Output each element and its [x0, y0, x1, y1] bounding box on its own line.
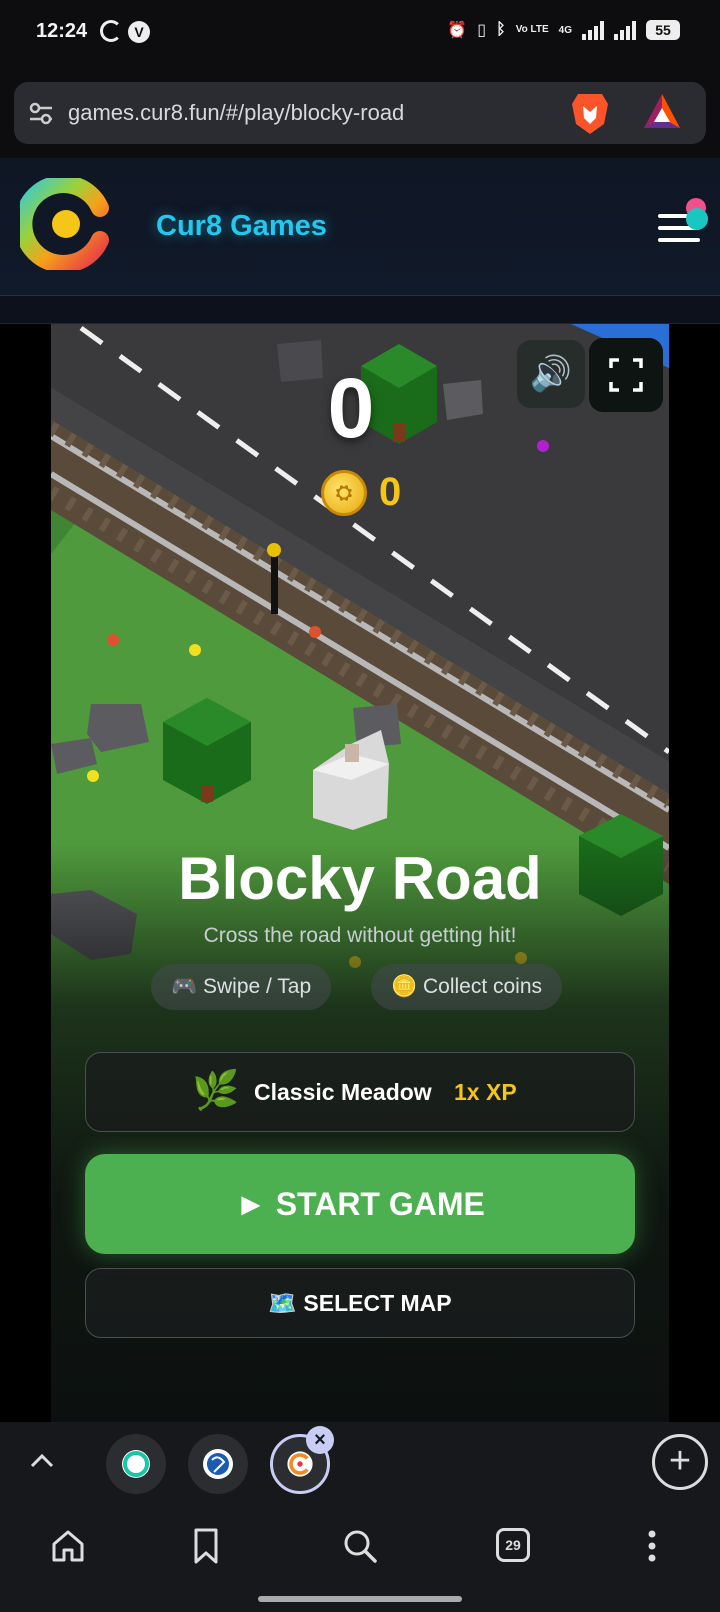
battery-icon: 55	[646, 20, 680, 40]
address-bar[interactable]: games.cur8.fun/#/play/blocky-road	[14, 82, 706, 144]
tabs-count-button[interactable]: 29	[496, 1528, 530, 1562]
status-bar: 12:24 V ⏰ ▯ ᛒ Vo LTE 4G 55	[0, 0, 720, 64]
chevron-up-icon[interactable]	[24, 1442, 60, 1478]
status-time: 12:24	[36, 20, 88, 42]
bat-triangle-icon[interactable]	[642, 92, 682, 132]
browser-toolbar: games.cur8.fun/#/play/blocky-road	[0, 64, 720, 158]
chat-app-icon	[122, 1450, 150, 1478]
xp-multiplier: 1x XP	[454, 1079, 517, 1105]
map-name: Classic Meadow	[254, 1079, 432, 1105]
search-icon[interactable]	[340, 1526, 380, 1566]
leaf-icon: 🌿	[192, 1070, 240, 1112]
bottom-navigation: 29	[0, 1500, 720, 1612]
new-tab-plus-icon[interactable]: +	[652, 1434, 708, 1490]
vpn-icon: V	[128, 21, 150, 43]
site-title[interactable]: Cur8 Games	[156, 210, 327, 243]
cur8-logo-icon[interactable]	[20, 178, 112, 270]
start-game-button[interactable]: ► START GAME	[85, 1154, 635, 1254]
hint-collect-coins: 🪙 Collect coins	[371, 964, 563, 1010]
tab-strip: × +	[0, 1422, 720, 1500]
coin-icon: ⛭	[321, 470, 367, 516]
game-subtitle: Cross the road without getting hit!	[203, 924, 517, 947]
url-text[interactable]: games.cur8.fun/#/play/blocky-road	[68, 100, 404, 126]
tune-icon[interactable]	[28, 100, 54, 126]
signal-icon-2	[614, 20, 636, 40]
fullscreen-icon[interactable]	[589, 338, 663, 412]
coin-count: 0	[379, 470, 402, 514]
google-icon	[100, 20, 122, 42]
home-icon[interactable]	[48, 1526, 88, 1566]
map-selection-card[interactable]: 🌿 Classic Meadow 1x XP	[85, 1052, 635, 1132]
game-title: Blocky Road	[178, 845, 542, 912]
close-tab-icon[interactable]: ×	[306, 1426, 334, 1454]
network-4g-label: 4G	[558, 24, 572, 36]
tab-favicon-2[interactable]	[188, 1434, 248, 1494]
brave-lion-icon[interactable]	[570, 90, 610, 136]
vibrate-icon: ▯	[477, 22, 487, 39]
gesture-home-indicator[interactable]	[258, 1596, 462, 1602]
tab-favicon-1[interactable]	[106, 1434, 166, 1494]
volte-label: Vo LTE	[515, 24, 549, 35]
globe-app-icon	[203, 1449, 233, 1479]
hint-swipe-tap: 🎮 Swipe / Tap	[151, 964, 332, 1010]
select-map-button[interactable]: 🗺️ SELECT MAP	[85, 1268, 635, 1338]
bluetooth-icon: ᛒ	[496, 21, 506, 38]
header-divider	[0, 296, 720, 324]
site-header: Cur8 Games	[0, 158, 720, 296]
more-options-icon[interactable]	[632, 1526, 672, 1566]
game-canvas[interactable]: 0 ⛭ 0 🔊 Blocky Road Cross the road witho…	[51, 324, 669, 1422]
notification-dot-secondary	[686, 208, 708, 230]
status-icons: ⏰ ▯ ᛒ Vo LTE 4G 55	[447, 20, 680, 40]
alarm-icon: ⏰	[447, 22, 468, 39]
sound-icon[interactable]: 🔊	[517, 340, 585, 408]
signal-icon	[582, 20, 604, 40]
bookmark-icon[interactable]	[186, 1526, 226, 1566]
